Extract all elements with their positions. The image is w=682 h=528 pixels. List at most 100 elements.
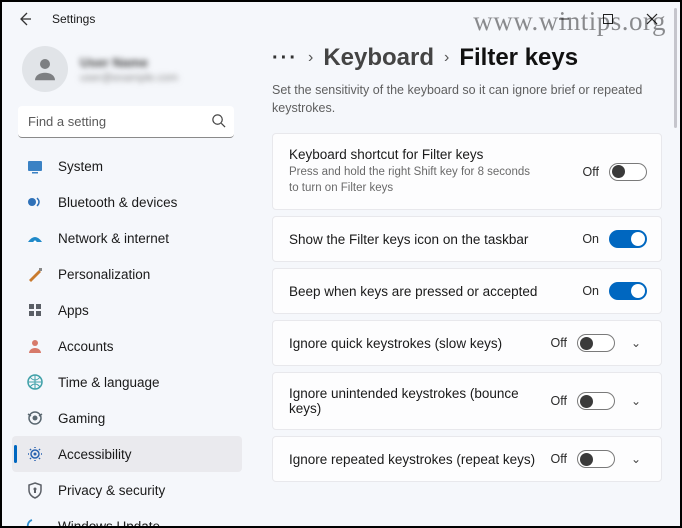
maximize-icon — [602, 13, 614, 25]
breadcrumb: ··· › Keyboard › Filter keys — [272, 44, 662, 72]
sidebar-item-network-internet[interactable]: Network & internet — [12, 220, 242, 256]
sidebar-item-label: Personalization — [58, 267, 150, 282]
settings-list: Keyboard shortcut for Filter keys Press a… — [272, 133, 662, 482]
setting-title: Keyboard shortcut for Filter keys — [289, 147, 573, 162]
back-button[interactable] — [12, 6, 38, 32]
sidebar-item-privacy-security[interactable]: Privacy & security — [12, 472, 242, 508]
toggle-state-label: On — [582, 232, 599, 246]
nav-icon — [26, 337, 44, 355]
close-button[interactable] — [630, 4, 674, 34]
sidebar-item-label: Windows Update — [58, 519, 160, 527]
sidebar-item-personalization[interactable]: Personalization — [12, 256, 242, 292]
breadcrumb-parent[interactable]: Keyboard — [323, 44, 434, 72]
setting-card[interactable]: Ignore repeated keystrokes (repeat keys)… — [272, 436, 662, 482]
sidebar-item-time-language[interactable]: Time & language — [12, 364, 242, 400]
nav-icon — [26, 193, 44, 211]
search-input[interactable] — [18, 106, 234, 138]
nav-icon — [26, 481, 44, 499]
toggle-switch[interactable] — [609, 282, 647, 300]
sidebar-item-label: System — [58, 159, 103, 174]
nav-icon — [26, 373, 44, 391]
sidebar-item-bluetooth-devices[interactable]: Bluetooth & devices — [12, 184, 242, 220]
sidebar-item-windows-update[interactable]: Windows Update — [12, 508, 242, 526]
minimize-icon — [558, 13, 570, 25]
toggle-switch[interactable] — [577, 450, 615, 468]
setting-card[interactable]: Ignore unintended keystrokes (bounce key… — [272, 372, 662, 430]
nav-icon — [26, 301, 44, 319]
setting-title: Beep when keys are pressed or accepted — [289, 284, 572, 299]
breadcrumb-current: Filter keys — [459, 44, 578, 72]
sidebar-item-system[interactable]: System — [12, 148, 242, 184]
user-name: User Name — [80, 55, 178, 70]
nav-icon — [26, 409, 44, 427]
setting-card[interactable]: Ignore quick keystrokes (slow keys) Off⌄ — [272, 320, 662, 366]
minimize-button[interactable] — [542, 4, 586, 34]
page-description: Set the sensitivity of the keyboard so i… — [272, 82, 662, 117]
chevron-right-icon: › — [444, 49, 449, 67]
card-right: Off ⌄ — [551, 450, 647, 468]
sidebar-item-label: Accounts — [58, 339, 114, 354]
maximize-button[interactable] — [586, 4, 630, 34]
card-text: Keyboard shortcut for Filter keys Press a… — [289, 147, 573, 196]
card-right: On — [582, 230, 647, 248]
nav-icon — [26, 229, 44, 247]
sidebar-item-label: Bluetooth & devices — [58, 195, 177, 210]
card-text: Ignore quick keystrokes (slow keys) — [289, 336, 541, 351]
sidebar-item-accessibility[interactable]: Accessibility — [12, 436, 242, 472]
setting-subtitle: Press and hold the right Shift key for 8… — [289, 165, 539, 196]
avatar — [22, 46, 68, 92]
toggle-switch[interactable] — [609, 163, 647, 181]
card-right: Off⌄ — [551, 334, 647, 352]
chevron-down-icon[interactable]: ⌄ — [625, 394, 647, 408]
search-icon — [211, 113, 226, 131]
nav-icon — [26, 157, 44, 175]
card-right: Off ⌄ — [551, 392, 647, 410]
sidebar-item-accounts[interactable]: Accounts — [12, 328, 242, 364]
nav-icon — [26, 265, 44, 283]
toggle-state-label: On — [582, 284, 599, 298]
chevron-down-icon[interactable]: ⌄ — [625, 452, 647, 466]
sidebar-item-label: Apps — [58, 303, 89, 318]
card-text: Ignore unintended keystrokes (bounce key… — [289, 386, 541, 416]
chevron-right-icon: › — [308, 49, 313, 67]
chevron-down-icon[interactable]: ⌄ — [625, 336, 647, 350]
user-profile[interactable]: User Name user@example.com — [12, 40, 244, 104]
search-wrap — [18, 106, 234, 138]
window-controls — [542, 4, 674, 34]
titlebar: Settings — [2, 2, 680, 36]
sidebar-item-label: Time & language — [58, 375, 160, 390]
settings-window: www.wintips.org Settings Use — [2, 2, 680, 526]
sidebar: User Name user@example.com System Bluetoo… — [2, 36, 250, 526]
card-right: Off — [583, 163, 647, 181]
sidebar-item-gaming[interactable]: Gaming — [12, 400, 242, 436]
sidebar-item-label: Gaming — [58, 411, 105, 426]
card-text: Show the Filter keys icon on the taskbar — [289, 232, 572, 247]
nav-icon — [26, 517, 44, 526]
setting-title: Ignore quick keystrokes (slow keys) — [289, 336, 541, 351]
person-icon — [30, 54, 60, 84]
toggle-switch[interactable] — [577, 392, 615, 410]
toggle-state-label: Off — [583, 165, 599, 179]
sidebar-item-label: Privacy & security — [58, 483, 165, 498]
setting-card: Keyboard shortcut for Filter keys Press a… — [272, 133, 662, 210]
setting-title: Show the Filter keys icon on the taskbar — [289, 232, 572, 247]
window-title: Settings — [52, 12, 95, 26]
setting-title: Ignore unintended keystrokes (bounce key… — [289, 386, 541, 416]
toggle-switch[interactable] — [609, 230, 647, 248]
close-icon — [646, 13, 658, 25]
card-text: Beep when keys are pressed or accepted — [289, 284, 572, 299]
setting-title: Ignore repeated keystrokes (repeat keys) — [289, 452, 541, 467]
breadcrumb-overflow[interactable]: ··· — [272, 47, 298, 70]
toggle-state-label: Off — [551, 452, 567, 466]
sidebar-item-label: Accessibility — [58, 447, 132, 462]
toggle-switch[interactable] — [577, 334, 615, 352]
setting-card: Show the Filter keys icon on the taskbar… — [272, 216, 662, 262]
setting-card: Beep when keys are pressed or accepted On — [272, 268, 662, 314]
sidebar-item-apps[interactable]: Apps — [12, 292, 242, 328]
nav-icon — [26, 445, 44, 463]
user-text: User Name user@example.com — [80, 55, 178, 84]
arrow-left-icon — [17, 11, 33, 27]
sidebar-item-label: Network & internet — [58, 231, 169, 246]
nav-list: System Bluetooth & devices Network & inter… — [12, 148, 244, 526]
toggle-state-label: Off — [551, 394, 567, 408]
